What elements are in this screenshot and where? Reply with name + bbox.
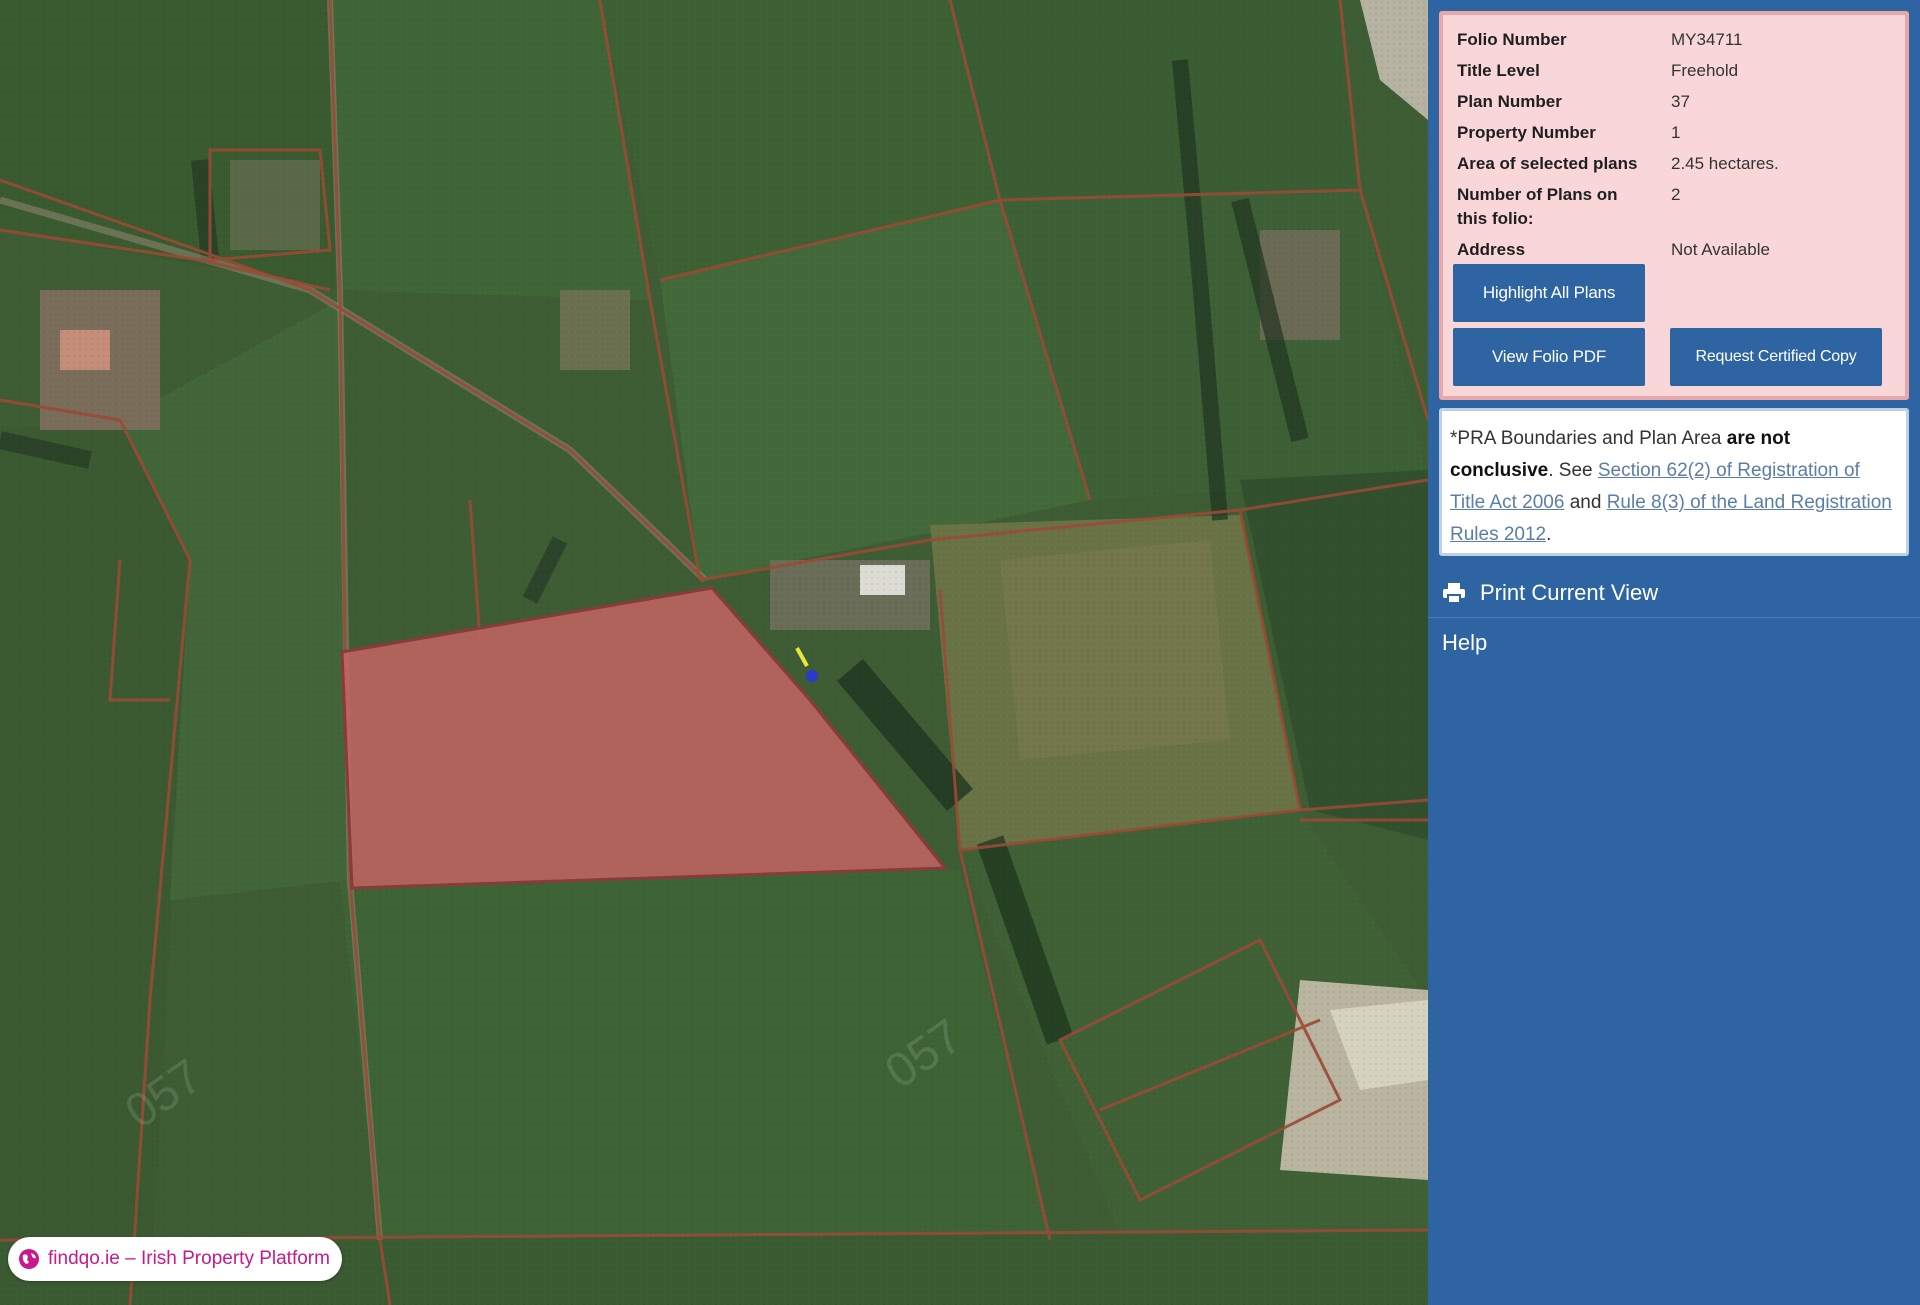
disclaimer-text: and <box>1569 492 1602 513</box>
field-label: Folio Number <box>1457 30 1567 49</box>
area-value: 2.45 hectares. <box>1671 154 1779 173</box>
map-view[interactable]: 057 057 <box>0 0 1428 1305</box>
folio-number-value: MY34711 <box>1671 30 1743 49</box>
plans-count-value: 2 <box>1671 185 1681 204</box>
info-panel: Folio Number MY34711 Title Level Freehol… <box>1428 0 1920 1305</box>
address-value: Not Available <box>1671 240 1770 259</box>
findqo-badge[interactable]: findqo.ie – Irish Property Platform <box>8 1237 342 1281</box>
request-certified-copy-button[interactable]: Request Certified Copy <box>1670 328 1882 386</box>
plan-number-value: 37 <box>1671 92 1690 111</box>
disclaimer-box: *PRA Boundaries and Plan Area are not co… <box>1439 408 1909 556</box>
print-label: Print Current View <box>1480 579 1659 605</box>
folio-details-card: Folio Number MY34711 Title Level Freehol… <box>1439 11 1909 400</box>
field-label: Property Number <box>1457 123 1596 142</box>
field-label: Area of selected plans <box>1457 154 1638 173</box>
disclaimer-text: . <box>1546 524 1552 545</box>
disclaimer-text: *PRA Boundaries and Plan Area <box>1450 428 1722 449</box>
view-folio-pdf-button[interactable]: View Folio PDF <box>1453 328 1645 386</box>
help-link[interactable]: Help <box>1442 630 1487 656</box>
field-label: Title Level <box>1457 61 1540 80</box>
map-marker <box>806 670 818 682</box>
satellite-imagery: 057 057 <box>0 0 1428 1305</box>
field-label: Number of Plans on this folio: <box>1457 185 1618 228</box>
badge-text: findqo.ie – Irish Property Platform <box>48 1248 330 1269</box>
title-level-value: Freehold <box>1671 61 1739 80</box>
globe-icon <box>19 1249 39 1269</box>
disclaimer-text: . See <box>1548 460 1593 481</box>
property-number-value: 1 <box>1671 123 1681 142</box>
print-current-view-item[interactable]: Print Current View <box>1428 568 1920 618</box>
highlight-all-plans-button[interactable]: Highlight All Plans <box>1453 264 1645 322</box>
printer-icon <box>1443 582 1465 604</box>
field-label: Address <box>1457 240 1526 259</box>
field-label: Plan Number <box>1457 92 1562 111</box>
